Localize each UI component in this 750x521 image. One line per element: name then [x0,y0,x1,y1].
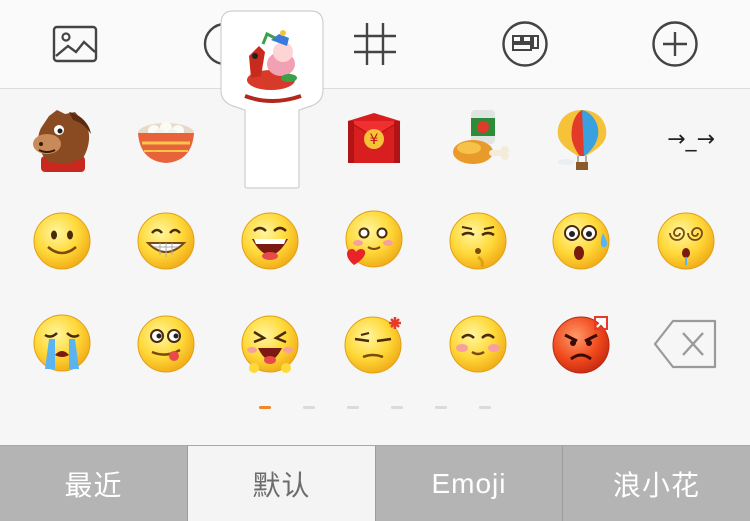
whistle-emoji[interactable] [438,201,518,281]
annoyed-emoji[interactable] [334,304,414,384]
keyboard-icon[interactable] [501,20,549,68]
image-icon[interactable] [51,20,99,68]
wail-emoji[interactable] [230,304,310,384]
cry-emoji[interactable] [22,304,102,384]
page-dot[interactable] [479,406,491,409]
arrow-face-text: →_→ [667,126,715,152]
laugh-emoji[interactable] [230,201,310,281]
yummy-emoji[interactable] [126,304,206,384]
tab-langxiaohua-label: 浪小花 [612,469,700,501]
hash-icon[interactable] [351,20,399,68]
tangyuan-bowl-emoji[interactable] [126,99,206,179]
horse-emoji[interactable] [22,99,102,179]
tab-recent[interactable]: 最近 [0,446,187,521]
emoji-grid: ¥ →_→ [0,89,750,445]
shocked-sweat-emoji[interactable] [542,201,622,281]
page-dot[interactable] [391,406,403,409]
blush-emoji[interactable] [438,304,518,384]
page-dot[interactable] [347,406,359,409]
tab-langxiaohua[interactable]: 浪小花 [563,446,750,521]
tab-recent-label: 最近 [64,469,123,501]
tab-default-label: 默认 [252,469,311,501]
dizzy-emoji[interactable] [646,201,726,281]
red-envelope-emoji[interactable]: ¥ [334,99,414,179]
plus-icon[interactable] [651,20,699,68]
emoji-toolbar [0,0,750,89]
tab-emoji-label: Emoji [431,467,507,499]
angry-emoji[interactable] [542,304,622,384]
tab-default[interactable]: 默认 [188,446,375,521]
svg-text:¥: ¥ [370,132,379,148]
page-dot[interactable] [435,406,447,409]
grin-emoji[interactable] [126,201,206,281]
page-dot[interactable] [303,406,315,409]
emoji-preview-popup [219,10,325,190]
hot-air-balloon-emoji[interactable] [542,99,622,179]
emoji-tab-bar: 最近 默认 Emoji 浪小花 [0,445,750,521]
beer-chicken-emoji[interactable] [438,99,518,179]
arrow-face-emoji[interactable]: →_→ [646,99,736,179]
tab-emoji[interactable]: Emoji [376,446,562,521]
page-indicator [0,400,750,414]
page-dot-active[interactable] [259,406,271,409]
delete-key[interactable] [646,304,726,384]
love-emoji[interactable] [334,201,414,281]
smile-emoji[interactable] [22,201,102,281]
